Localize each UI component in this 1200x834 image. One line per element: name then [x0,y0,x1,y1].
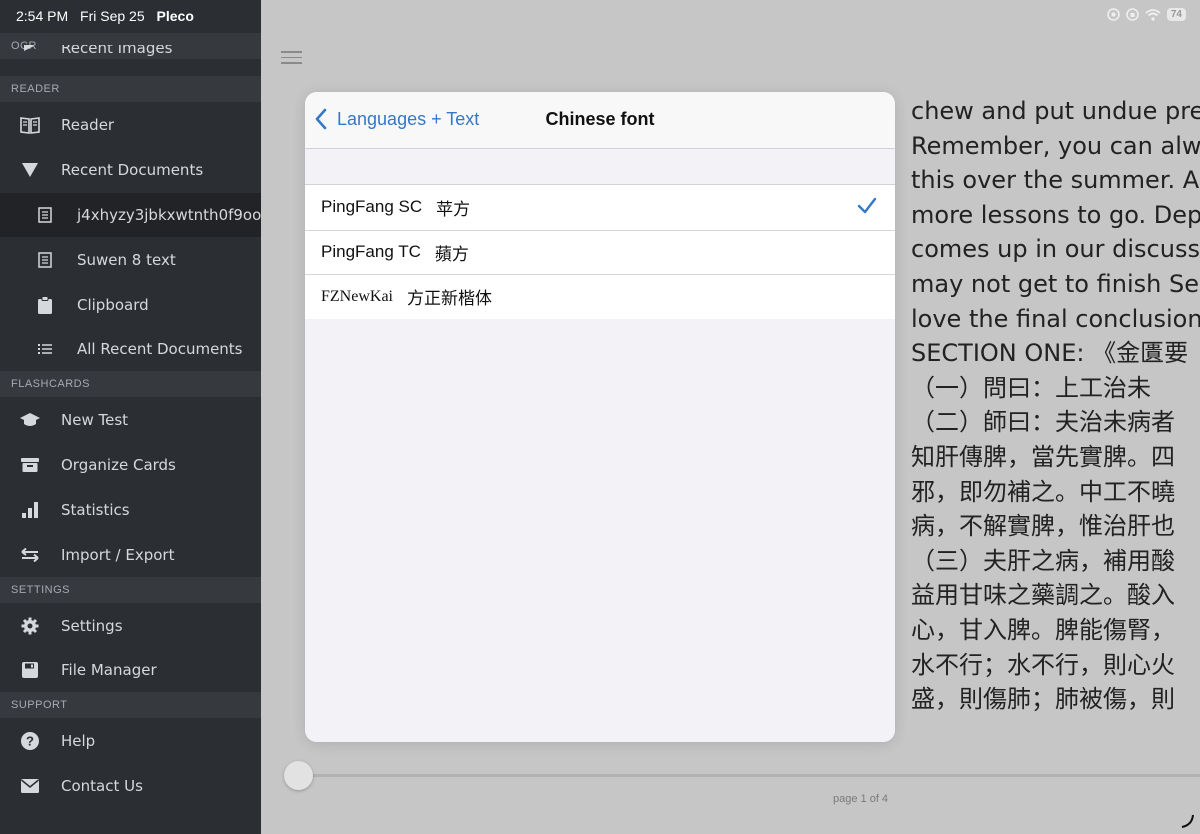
page-slider-track[interactable] [299,774,1200,777]
sidebar-item-label: New Test [61,411,129,429]
status-date: Fri Sep 25 [80,8,145,24]
font-option-sample: 苹方 [436,199,471,220]
section-header-settings: SETTINGS [0,577,261,603]
sidebar-item-settings[interactable]: Settings [0,604,261,648]
status-app-name: Pleco [156,8,194,24]
sidebar-item-help[interactable]: ? Help [0,719,261,763]
sidebar-item-label: Help [61,732,96,750]
sidebar-item-reader[interactable]: Reader [0,103,261,147]
focus-icon [1107,8,1120,21]
sidebar-item-label: Contact Us [61,777,143,795]
reader-line: Remember, you can alwa [911,131,1200,160]
chinese-font-popover: Languages + Text Chinese font PingFang S… [305,92,895,742]
popover-title: Chinese font [545,109,655,129]
sidebar-item-organize-cards[interactable]: Organize Cards [0,443,261,487]
question-circle-icon: ? [20,731,40,751]
sidebar-item-recent-documents[interactable]: Recent Documents [0,148,261,192]
triangle-down-icon [20,160,40,180]
reader-line: （一）問曰：上工治未 [911,373,1151,402]
floppy-disk-icon [20,660,40,680]
book-icon [20,115,40,135]
font-option-sample: 方正新楷体 [406,289,492,310]
checkmark-icon [857,197,877,214]
section-header-reader: READER [0,76,261,102]
envelope-icon [20,776,40,796]
sidebar-item-contact-us[interactable]: Contact Us [0,764,261,808]
menu-icon[interactable] [281,51,302,65]
reader-line: 益用甘味之藥調之。酸入 [911,581,1175,610]
reader-line: 心，甘入脾。脾能傷腎， [911,615,1175,644]
graduation-cap-icon [20,410,40,430]
sidebar-item-label: Suwen 8 text [77,251,176,269]
sidebar-item-file-manager[interactable]: File Manager [0,648,261,692]
document-icon [35,205,55,225]
reader-line: 病，不解實脾，惟治肝也 [911,512,1175,541]
popover-empty-area [305,319,895,742]
play-icon [24,45,34,51]
reader-line: 邪，即勿補之。中工不曉 [911,477,1175,506]
sidebar-item-label: Recent Images [61,45,173,57]
sidebar-item-label: Clipboard [77,296,149,314]
reader-line: love the final conclusion [911,304,1200,333]
reader-line: 盛，則傷肺；肺被傷，則 [911,685,1175,714]
document-icon [35,250,55,270]
sidebar-item-label: Import / Export [61,546,175,564]
reader-line: （三）夫肝之病，補用酸 [911,546,1175,575]
list-icon [35,339,55,359]
svg-text:?: ? [26,734,34,749]
reader-text: chew and put undue pre Remember, you can … [911,94,1200,717]
sidebar-item-clipboard[interactable]: Clipboard [0,283,261,327]
font-option-fznewkai[interactable]: FZNewKai 方正新楷体 [305,274,895,319]
section-header-support: SUPPORT [0,692,261,718]
reader-line: more lessons to go. Depe [911,200,1200,229]
font-list: PingFang SC 苹方 PingFang TC 蘋方 FZNewKai 方… [305,184,895,320]
sidebar-item-label: Organize Cards [61,456,176,474]
sidebar-item-label: Reader [61,116,115,134]
section-header-flashcards: FLASHCARDS [0,371,261,397]
sidebar-item-new-test[interactable]: New Test [0,398,261,442]
reader-line: SECTION ONE: 《金匱要 [911,339,1189,368]
reader-line: this over the summer. An [911,166,1200,195]
reader-line: chew and put undue pre [911,97,1200,125]
status-time: 2:54 PM [16,8,69,24]
sidebar-item-import-export[interactable]: Import / Export [0,533,261,577]
page-slider-thumb[interactable] [284,761,313,790]
font-option-pingfang-sc[interactable]: PingFang SC 苹方 [305,185,895,230]
sidebar-item-label: Recent Documents [61,161,204,179]
font-option-name: FZNewKai [321,287,393,305]
font-option-pingfang-tc[interactable]: PingFang TC 蘋方 [305,229,895,275]
battery-indicator: 74 [1166,8,1186,21]
page-indicator: page 1 of 4 [833,793,889,805]
sidebar-item-label: File Manager [61,661,157,679]
sidebar-item-label: j4xhyzy3jbkxwtnth0f9oomy [77,206,261,224]
status-bar-left: 2:54 PM Fri Sep 25 Pleco [16,8,202,24]
archive-box-icon [20,455,40,475]
sidebar-item-document-suwen[interactable]: Suwen 8 text [0,238,261,282]
swap-arrows-icon [20,545,40,565]
popover-nav-bar: Languages + Text Chinese font [305,92,895,149]
clipboard-icon [35,295,55,315]
reader-line: comes up in our discussi [911,235,1200,264]
wifi-icon [1145,8,1161,21]
reader-line: 水不行；水不行，則心火 [911,650,1175,679]
reader-line: （二）師曰：夫治未病者 [911,408,1175,437]
sidebar-item-label: Settings [61,617,123,635]
rotation-lock-icon [1126,8,1139,21]
sidebar-item-document-j4xhyzy[interactable]: j4xhyzy3jbkxwtnth0f9oomy [0,193,261,237]
sidebar: 2:54 PM Fri Sep 25 Pleco OCR Recent Imag… [0,0,261,834]
font-option-name: PingFang SC [321,197,423,217]
resize-handle-icon[interactable] [1180,814,1194,828]
status-bar-right: 74 [1107,8,1186,21]
sidebar-item-statistics[interactable]: Statistics [0,488,261,532]
bar-chart-icon [20,500,40,520]
reader-line: 知肝傳脾，當先實脾。四 [911,442,1175,471]
font-option-name: PingFang TC [321,242,421,262]
sidebar-item-label: Statistics [61,501,130,519]
sidebar-item-recent-images[interactable]: Recent Images [0,45,261,63]
gear-icon [20,616,40,636]
sidebar-item-label: All Recent Documents [77,340,243,358]
sidebar-item-all-recent-documents[interactable]: All Recent Documents [0,327,261,371]
font-option-sample: 蘋方 [434,244,469,265]
reader-line: may not get to finish Sec [911,269,1200,298]
